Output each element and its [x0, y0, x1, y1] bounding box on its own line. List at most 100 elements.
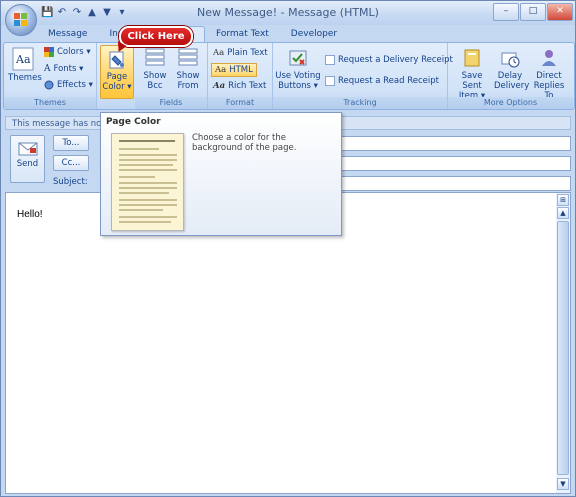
title-bar: New Message! - Message (HTML) 💾 ↶ ↷ ▲ ▼ … — [1, 1, 575, 25]
page-color-button[interactable]: Page Color ▾ — [100, 45, 134, 99]
direct-replies-label-1: Direct — [536, 71, 562, 81]
delivery-receipt-checkbox[interactable]: Request a Delivery Receipt — [325, 55, 453, 65]
direct-replies-icon — [542, 50, 556, 66]
fonts-icon: A — [44, 64, 51, 74]
scroll-up-icon[interactable]: ▲ — [557, 207, 569, 219]
send-icon — [18, 142, 37, 156]
group-label-format: Format — [208, 97, 272, 109]
voting-buttons-button[interactable]: Use Voting Buttons ▾ — [275, 47, 321, 91]
delivery-receipt-label: Request a Delivery Receipt — [338, 55, 453, 65]
themes-label: Themes — [8, 73, 42, 83]
show-from-label-2: From — [177, 81, 199, 91]
subject-field[interactable] — [331, 176, 571, 191]
fonts-label: Fonts ▾ — [53, 64, 84, 74]
delay-delivery-label-2: Delivery — [494, 81, 530, 91]
tooltip-preview-image — [111, 133, 184, 231]
office-button[interactable] — [5, 4, 37, 36]
next-item-icon[interactable]: ▼ — [101, 7, 113, 19]
colors-icon — [44, 47, 54, 57]
save-icon[interactable]: 💾 — [41, 7, 53, 19]
message-body[interactable]: Hello! — [5, 192, 558, 494]
office-logo-icon — [14, 13, 28, 27]
read-receipt-checkbox[interactable]: Request a Read Receipt — [325, 76, 439, 86]
show-bcc-button[interactable]: Show Bcc — [141, 47, 169, 91]
plain-text-button[interactable]: Aa Plain Text — [213, 48, 268, 58]
group-label-fields: Fields — [135, 97, 207, 109]
send-label: Send — [16, 159, 39, 169]
show-from-label-1: Show — [176, 71, 200, 81]
vertical-scrollbar[interactable]: ⊞ ▲ ▼ — [556, 192, 571, 494]
colors-label: Colors ▾ — [57, 47, 91, 57]
cc-button[interactable]: Cc... — [53, 155, 89, 171]
page-color-label-1: Page — [106, 72, 128, 82]
group-format: Aa Plain Text Aa HTML Aa Rich Text Forma… — [208, 43, 273, 109]
scroll-down-icon[interactable]: ▼ — [557, 478, 569, 490]
save-sent-item-button[interactable]: Save Sent Item ▾ — [452, 47, 492, 101]
colors-button[interactable]: Colors ▾ — [44, 47, 91, 57]
voting-buttons-label-2: Buttons ▾ — [278, 81, 318, 91]
tab-developer[interactable]: Developer — [280, 26, 348, 42]
tooltip-description: Choose a color for the background of the… — [192, 133, 297, 153]
save-sent-item-icon — [464, 49, 480, 67]
fonts-button[interactable]: A Fonts ▾ — [44, 64, 83, 74]
voting-buttons-icon — [289, 50, 307, 66]
group-label-themes: Themes — [4, 97, 96, 109]
to-field[interactable] — [331, 136, 571, 151]
effects-button[interactable]: Effects ▾ — [44, 80, 93, 90]
rich-text-button[interactable]: Aa Rich Text — [213, 81, 266, 91]
undo-icon[interactable]: ↶ — [56, 7, 68, 19]
themes-icon: Aa — [12, 47, 34, 71]
click-here-callout: Click Here — [119, 26, 193, 47]
show-bcc-icon — [145, 48, 165, 66]
show-from-icon — [178, 48, 198, 66]
delay-delivery-button[interactable]: Delay Delivery — [494, 47, 530, 91]
save-sent-item-label-1: Save Sent — [461, 71, 483, 91]
quick-access-toolbar: 💾 ↶ ↷ ▲ ▼ ▾ — [41, 6, 128, 20]
plain-text-label: Plain Text — [227, 48, 268, 58]
group-label-more-options: More Options — [448, 97, 573, 109]
html-icon: Aa — [215, 65, 227, 75]
outlook-message-window: New Message! - Message (HTML) 💾 ↶ ↷ ▲ ▼ … — [0, 0, 576, 497]
group-tracking: Use Voting Buttons ▾ Request a Delivery … — [273, 43, 453, 109]
tab-format-text[interactable]: Format Text — [205, 26, 280, 42]
themes-button[interactable]: Aa Themes — [8, 47, 42, 83]
ruler-toggle-icon[interactable]: ⊞ — [557, 194, 569, 206]
redo-icon[interactable]: ↷ — [71, 7, 83, 19]
customize-toolbar-icon[interactable]: ▾ — [116, 7, 128, 19]
plain-text-icon: Aa — [213, 48, 225, 58]
group-themes: Aa Themes Colors ▾ A Fonts ▾ Effects ▾ T… — [4, 43, 97, 109]
rich-text-label: Rich Text — [228, 81, 267, 91]
rich-text-icon: Aa — [213, 81, 226, 91]
minimize-button[interactable]: – — [493, 3, 519, 21]
direct-replies-button[interactable]: Direct Replies To — [528, 47, 570, 101]
svg-text:Aa: Aa — [15, 53, 31, 66]
show-bcc-label-2: Bcc — [147, 81, 163, 91]
voting-buttons-label-1: Use Voting — [275, 71, 321, 81]
close-button[interactable]: ✕ — [547, 3, 573, 21]
show-from-button[interactable]: Show From — [173, 47, 203, 91]
html-label: HTML — [229, 65, 253, 75]
page-color-label-2: Color ▾ — [102, 82, 132, 92]
ribbon: Aa Themes Colors ▾ A Fonts ▾ Effects ▾ T… — [3, 42, 575, 110]
show-bcc-label-1: Show — [143, 71, 167, 81]
group-fields: Show Bcc Show From Fields — [135, 43, 208, 109]
group-label-tracking: Tracking — [273, 97, 447, 109]
delay-delivery-icon — [501, 52, 520, 68]
scroll-thumb[interactable] — [557, 221, 569, 475]
to-button[interactable]: To... — [53, 135, 89, 151]
window-controls: – □ ✕ — [493, 3, 573, 21]
tab-message[interactable]: Message — [37, 26, 98, 42]
send-button[interactable]: Send — [10, 135, 45, 183]
effects-label: Effects ▾ — [57, 80, 93, 90]
read-receipt-label: Request a Read Receipt — [338, 76, 439, 86]
effects-icon — [44, 80, 54, 90]
previous-item-icon[interactable]: ▲ — [86, 7, 98, 19]
html-button[interactable]: Aa HTML — [211, 63, 257, 77]
group-more-options: Save Sent Item ▾ Delay Delivery Direct R… — [448, 43, 573, 109]
body-text: Hello! — [17, 209, 43, 220]
delivery-receipt-check-icon — [325, 55, 335, 65]
maximize-button[interactable]: □ — [520, 3, 546, 21]
page-color-tooltip: Page Color Choose a color for the backgr… — [100, 112, 342, 236]
delay-delivery-label-1: Delay — [497, 71, 523, 81]
cc-field[interactable] — [331, 156, 571, 171]
